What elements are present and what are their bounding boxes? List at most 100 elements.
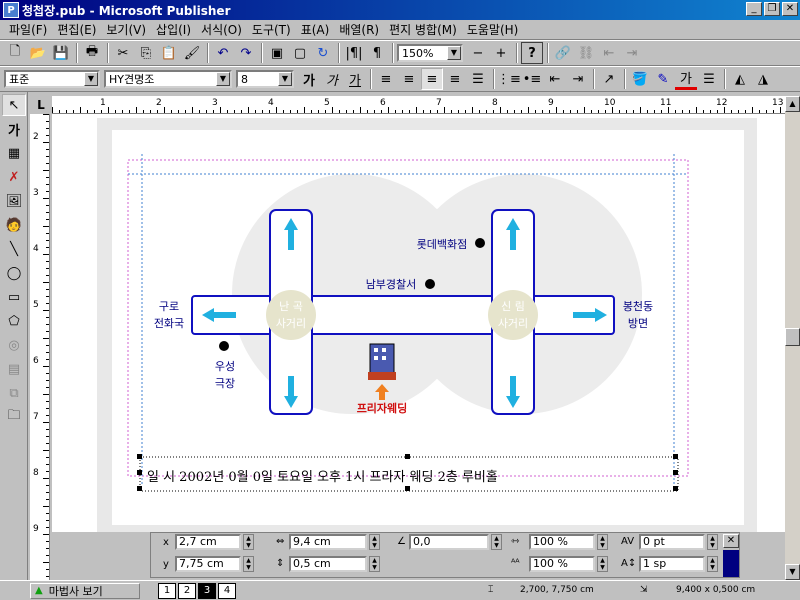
align-center-active-icon[interactable]: ≡: [421, 68, 443, 90]
page-button-3[interactable]: 3: [198, 582, 216, 599]
vertical-scrollbar[interactable]: ▲ ▼: [785, 96, 800, 580]
chevron-down-icon[interactable]: ▼: [216, 72, 230, 86]
oval-icon[interactable]: ◯: [2, 262, 26, 284]
bullets-icon[interactable]: •≡: [521, 68, 543, 90]
send-back-icon[interactable]: ▢: [289, 42, 311, 64]
redo-icon[interactable]: ↷: [235, 42, 257, 64]
scale-width-field[interactable]: 100 %: [529, 534, 595, 550]
rotate-left-icon[interactable]: ◭: [729, 68, 751, 90]
page-button-1[interactable]: 1: [158, 582, 176, 599]
page-button-4[interactable]: 4: [218, 582, 236, 599]
link-textbox-icon[interactable]: ⛓: [575, 42, 597, 64]
align-left-icon[interactable]: ≡: [375, 68, 397, 90]
picture-icon[interactable]: 🖼: [2, 190, 26, 212]
table-icon[interactable]: ▦: [2, 142, 26, 164]
font-select[interactable]: HY견명조 ▼: [104, 70, 232, 88]
height-field[interactable]: 0,5 cm: [289, 556, 367, 572]
increase-indent-icon[interactable]: ⇥: [567, 68, 589, 90]
pointer-icon[interactable]: ↖: [2, 94, 26, 116]
chevron-down-icon[interactable]: ▼: [447, 46, 461, 60]
scroll-up-icon[interactable]: ▲: [785, 96, 800, 112]
scroll-down-icon[interactable]: ▼: [785, 564, 800, 580]
new-icon[interactable]: 🗋: [4, 42, 26, 64]
bold-button[interactable]: 가: [298, 68, 320, 90]
menu-insert[interactable]: 삽입(I): [151, 21, 196, 38]
format-painter-icon[interactable]: 🖌: [181, 42, 203, 64]
hyperlink-icon[interactable]: 🔗: [552, 42, 574, 64]
scale-width-spin-icon[interactable]: ▲ ▼: [597, 534, 608, 550]
save-icon[interactable]: 💾: [50, 42, 72, 64]
x-position-field[interactable]: 2,7 cm: [175, 534, 241, 550]
rotation-spin-icon[interactable]: ▲ ▼: [491, 534, 502, 550]
line-icon[interactable]: ╲: [2, 238, 26, 260]
char-spacing-spin-icon[interactable]: ▲ ▼: [707, 534, 718, 550]
width-field[interactable]: 9,4 cm: [289, 534, 367, 550]
form-control-icon[interactable]: ▤: [2, 358, 26, 380]
width-spin-icon[interactable]: ▲ ▼: [369, 534, 380, 550]
cut-icon[interactable]: ✂: [112, 42, 134, 64]
close-measurements-button[interactable]: ✕: [723, 534, 739, 548]
line-spacing-field[interactable]: 1 sp: [639, 556, 705, 572]
x-spin-icon[interactable]: ▲ ▼: [243, 534, 254, 550]
page-button-2[interactable]: 2: [178, 582, 196, 599]
publisher-icon[interactable]: P: [3, 2, 19, 18]
line-color-icon[interactable]: ✎: [652, 68, 674, 90]
close-button[interactable]: ✕: [782, 2, 798, 16]
font-grow-icon[interactable]: ↗: [598, 68, 620, 90]
help-button[interactable]: ?: [521, 42, 543, 64]
zoom-in-button[interactable]: +: [490, 42, 512, 64]
rotate-right-icon[interactable]: ◮: [752, 68, 774, 90]
underline-button[interactable]: 가: [344, 68, 366, 90]
custom-shape-icon[interactable]: ⬠: [2, 310, 26, 332]
italic-button[interactable]: 가: [321, 68, 343, 90]
hotspot-icon[interactable]: ◎: [2, 334, 26, 356]
rotate-icon[interactable]: ↻: [312, 42, 334, 64]
style-select[interactable]: 표준 ▼: [4, 70, 100, 88]
print-icon[interactable]: 🖶: [81, 42, 103, 64]
minimize-button[interactable]: _: [746, 2, 762, 16]
rotation-field[interactable]: 0,0: [409, 534, 489, 550]
vertical-ruler[interactable]: 2 3 4 5 6 7 8 9: [30, 114, 50, 580]
char-spacing-field[interactable]: 0 pt: [639, 534, 705, 550]
undo-icon[interactable]: ↶: [212, 42, 234, 64]
line-spacing-spin-icon[interactable]: ▲ ▼: [707, 556, 718, 572]
decrease-indent-icon[interactable]: ⇤: [544, 68, 566, 90]
ruler-corner[interactable]: L: [30, 96, 52, 114]
font-color-button[interactable]: 가: [675, 68, 697, 90]
html-fragment-icon[interactable]: ⧉: [2, 382, 26, 404]
next-textbox-icon[interactable]: ⇥: [621, 42, 643, 64]
menu-mail-merge[interactable]: 편지 병합(M): [384, 21, 462, 38]
wordart-icon[interactable]: ✗: [2, 166, 26, 188]
chevron-down-icon[interactable]: ▼: [84, 72, 98, 86]
line-style-icon[interactable]: ☰: [698, 68, 720, 90]
align-center-icon[interactable]: ≡: [398, 68, 420, 90]
publication-canvas[interactable]: 구로 전화국 봉천동 방면 난 곡 사거리 신 림 사거리 롯데백화점 남부경찰…: [52, 114, 785, 532]
scale-height-spin-icon[interactable]: ▲ ▼: [597, 556, 608, 572]
chevron-down-icon[interactable]: ▼: [278, 72, 292, 86]
fill-color-icon[interactable]: 🪣: [629, 68, 651, 90]
numbering-icon[interactable]: ⋮≡: [497, 68, 521, 90]
menu-edit[interactable]: 편집(E): [52, 21, 101, 38]
align-right-icon[interactable]: ≡: [444, 68, 466, 90]
scale-height-field[interactable]: 100 %: [529, 556, 595, 572]
special-chars-icon[interactable]: |¶|: [343, 42, 365, 64]
menu-help[interactable]: 도움말(H): [462, 21, 524, 38]
menu-table[interactable]: 표(A): [296, 21, 335, 38]
font-size-select[interactable]: 8 ▼: [236, 70, 294, 88]
menu-tools[interactable]: 도구(T): [247, 21, 296, 38]
menu-file[interactable]: 파일(F): [4, 21, 52, 38]
bring-front-icon[interactable]: ▣: [266, 42, 288, 64]
prev-textbox-icon[interactable]: ⇤: [598, 42, 620, 64]
menu-view[interactable]: 보기(V): [101, 21, 151, 38]
copy-icon[interactable]: ⎘: [135, 42, 157, 64]
y-spin-icon[interactable]: ▲ ▼: [243, 556, 254, 572]
height-spin-icon[interactable]: ▲ ▼: [369, 556, 380, 572]
paste-icon[interactable]: 📋: [158, 42, 180, 64]
zoom-select[interactable]: 150% ▼: [397, 44, 463, 62]
paragraph-icon[interactable]: ¶: [366, 42, 388, 64]
open-icon[interactable]: 📂: [27, 42, 49, 64]
menu-format[interactable]: 서식(O): [196, 21, 247, 38]
invitation-text[interactable]: 일 시 2002년 0월 0일 토요일 오후 1시 프라자 웨딩 2층 루비홀: [147, 466, 677, 485]
horizontal-ruler[interactable]: 1 2 3 4 5 6 7 8 9 10 11 12 13: [52, 96, 785, 114]
rectangle-icon[interactable]: ▭: [2, 286, 26, 308]
